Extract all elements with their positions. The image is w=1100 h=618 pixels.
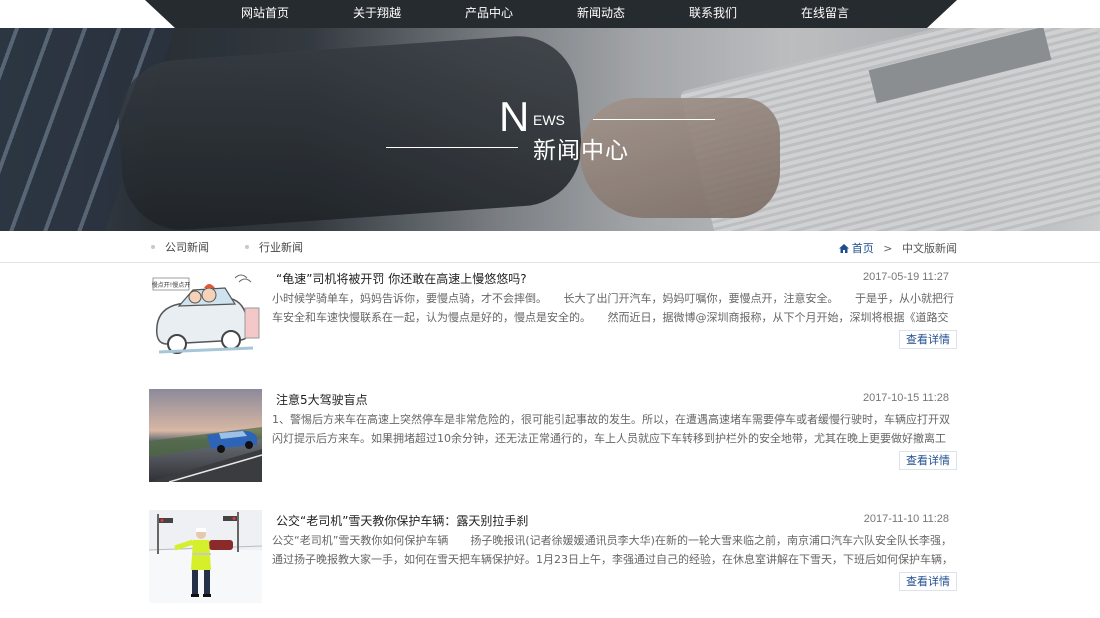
- banner-rule-right: [593, 119, 715, 120]
- tab-industry-news[interactable]: 行业新闻: [245, 239, 303, 255]
- banner-initial: N: [499, 93, 530, 140]
- nav-item-products[interactable]: 产品中心: [439, 0, 539, 28]
- news-title[interactable]: 注意5大驾驶盲点: [276, 391, 368, 408]
- news-summary: 公交“老司机”雪天教你如何保护车辆 扬子晚报讯(记者徐媛媛通讯员李大华)在新的一…: [272, 534, 953, 566]
- nav-item-home[interactable]: 网站首页: [215, 0, 315, 28]
- highway-car-image: [149, 389, 262, 482]
- breadcrumb-separator: >: [883, 242, 893, 255]
- breadcrumb: 首页 > 中文版新闻: [838, 240, 957, 256]
- news-thumbnail[interactable]: [149, 510, 262, 603]
- breadcrumb-home-label: 首页: [851, 242, 874, 255]
- news-thumbnail[interactable]: 慢点开!慢点开: [149, 268, 262, 361]
- news-item: 注意5大驾驶盲点 2017-10-15 11:28 1、警惕后方来车在高速上突然…: [149, 389, 957, 484]
- view-details-button[interactable]: 查看详情: [899, 330, 957, 349]
- news-summary: 小时候学骑单车，妈妈告诉你，要慢点骑，才不会摔倒。 长大了出门开汽车，妈妈叮嘱你…: [272, 292, 954, 324]
- news-date: 2017-05-19 11:27: [862, 271, 949, 283]
- cartoon-speech-text: 慢点开!慢点开: [152, 281, 190, 289]
- banner-english: EWS: [533, 112, 565, 128]
- news-banner: N EWS 新闻中心: [0, 28, 1100, 231]
- banner-rule-left: [386, 147, 518, 148]
- news-date: 2017-10-15 11:28: [862, 392, 949, 404]
- news-item: 慢点开!慢点开 “龟速”司机将被开罚 你还敢在高速上慢悠悠吗? 2017-05-…: [149, 268, 957, 363]
- news-title[interactable]: 公交“老司机”雪天教你保护车辆：露天别拉手刹: [276, 512, 528, 529]
- banner-heading: 新闻中心: [533, 138, 629, 164]
- news-item: 公交“老司机”雪天教你保护车辆：露天别拉手刹 2017-11-10 11:28 …: [149, 510, 957, 605]
- news-thumbnail[interactable]: [149, 389, 262, 482]
- news-summary: 1、警惕后方来车在高速上突然停车是非常危险的，很可能引起事故的发生。所以，在遭遇…: [272, 413, 950, 445]
- view-details-button[interactable]: 查看详情: [899, 572, 957, 591]
- tab-company-news[interactable]: 公司新闻: [151, 239, 209, 255]
- view-details-button[interactable]: 查看详情: [899, 451, 957, 470]
- news-date: 2017-11-10 11:28: [863, 513, 949, 525]
- top-nav: 网站首页 关于翔越 产品中心 新闻动态 联系我们 在线留言: [0, 0, 1100, 28]
- cartoon-car-image: 慢点开!慢点开: [149, 268, 262, 361]
- nav-item-news[interactable]: 新闻动态: [551, 0, 651, 28]
- banner-title: N EWS 新闻中心: [0, 28, 1100, 231]
- nav-item-message[interactable]: 在线留言: [775, 0, 875, 28]
- sub-nav-bar: 公司新闻 行业新闻 首页 > 中文版新闻: [0, 231, 1100, 263]
- nav-item-contact[interactable]: 联系我们: [663, 0, 763, 28]
- news-title[interactable]: “龟速”司机将被开罚 你还敢在高速上慢悠悠吗?: [276, 270, 527, 287]
- home-icon: [838, 244, 849, 253]
- nav-item-about[interactable]: 关于翔越: [327, 0, 427, 28]
- traffic-police-snow-image: [149, 510, 262, 603]
- breadcrumb-home[interactable]: 首页: [838, 242, 878, 255]
- breadcrumb-current: 中文版新闻: [902, 242, 957, 255]
